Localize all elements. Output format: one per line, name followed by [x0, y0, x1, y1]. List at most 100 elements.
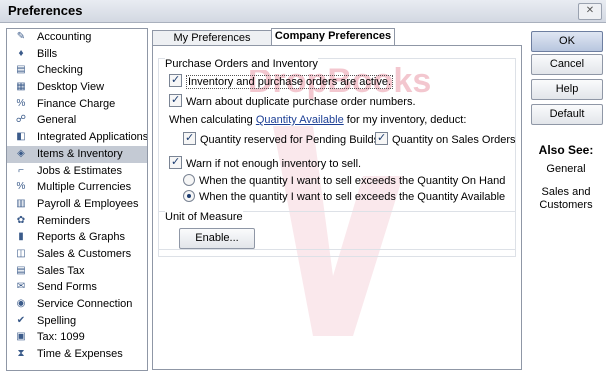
help-button[interactable]: Help [531, 79, 603, 100]
sidebar-item-bills[interactable]: ♦ Bills [7, 46, 147, 63]
sales-orders-label: Quantity on Sales Orders [392, 134, 516, 146]
company-preferences-panel: DropBooks Purchase Orders and Inventory … [152, 45, 522, 370]
sidebar-item-label: Sales Tax [37, 264, 85, 277]
also-see-sales-customers-link[interactable]: Sales and Customers [533, 186, 599, 212]
inventory-active-checkbox[interactable] [169, 73, 182, 87]
calc-qty-available-row: When calculating Quantity Available for … [169, 114, 466, 126]
dup-po-warning-checkbox[interactable] [169, 93, 182, 107]
radio-on-hand-option[interactable]: When the quantity I want to sell exceeds… [183, 174, 505, 187]
warn-insufficient-label: Warn if not enough inventory to sell. [186, 158, 362, 170]
sidebar-item-label: Accounting [37, 31, 92, 43]
sales-tax-icon: ▤ [16, 264, 26, 276]
also-see-general-link[interactable]: General [531, 163, 601, 175]
sidebar-item-accounting[interactable]: ✎ Accounting [7, 29, 147, 46]
payroll-employees-icon: ▥ [16, 197, 26, 209]
enable-button[interactable]: Enable... [179, 228, 255, 249]
radio-available-label: When the quantity I want to sell exceeds… [199, 191, 506, 203]
radio-available[interactable] [183, 190, 195, 202]
items-inventory-icon: ◈ [17, 147, 25, 159]
accounting-icon: ✎ [16, 31, 26, 42]
inventory-active-option[interactable]: Inventory and purchase orders are active… [169, 73, 394, 89]
sidebar-item-multiple-currencies[interactable]: % Multiple Currencies [7, 179, 147, 196]
sidebar-item-finance-charge[interactable]: % Finance Charge [7, 96, 147, 113]
sidebar-item-label: Sales & Customers [37, 247, 132, 260]
sidebar-item-label: Checking [37, 64, 83, 77]
window-title: Preferences [8, 3, 83, 18]
title-bar: Preferences ✕ [0, 0, 606, 23]
unit-of-measure-title: Unit of Measure [165, 211, 243, 223]
sidebar-item-label: Send Forms [37, 281, 97, 294]
pending-builds-option[interactable]: Quantity reserved for Pending Builds [183, 131, 380, 146]
sidebar-item-sales-customers[interactable]: ◫ Sales & Customers [7, 246, 147, 263]
sidebar-item-label: Spelling [37, 314, 77, 327]
integrated-applications-icon: ◧ [16, 131, 26, 143]
sidebar-item-general[interactable]: ☍ General [7, 112, 147, 129]
warn-insufficient-checkbox[interactable] [169, 155, 182, 169]
default-button[interactable]: Default [531, 104, 603, 125]
sidebar-item-service-connection[interactable]: ◉ Service Connection [7, 296, 147, 313]
jobs-estimates-icon: ⌐ [18, 164, 24, 176]
sidebar-item-payroll-employees[interactable]: ▥ Payroll & Employees [7, 196, 147, 213]
calc-suffix: for my inventory, deduct: [346, 114, 467, 126]
radio-on-hand-label: When the quantity I want to sell exceeds… [199, 175, 506, 187]
sidebar-item-integrated-applications[interactable]: ◧ Integrated Applications [7, 129, 147, 146]
reports-graphs-icon: ▮ [18, 231, 24, 243]
sidebar-item-label: Bills [37, 47, 58, 60]
tax-1099-icon: ▣ [16, 331, 26, 343]
desktop-view-icon: ▦ [16, 81, 26, 93]
sidebar-item-label: Tax: 1099 [37, 331, 85, 344]
dup-po-warning-option[interactable]: Warn about duplicate purchase order numb… [169, 93, 416, 108]
sales-orders-checkbox[interactable] [375, 131, 388, 145]
finance-charge-icon: % [16, 97, 26, 109]
sidebar-item-label: Multiple Currencies [37, 181, 132, 194]
pending-builds-checkbox[interactable] [183, 131, 196, 145]
service-connection-icon: ◉ [16, 298, 26, 309]
sidebar-item-label: Time & Expenses [37, 348, 123, 361]
radio-on-hand[interactable] [183, 174, 195, 186]
tab-company-preferences-label: Company Preferences [274, 30, 392, 42]
sidebar-item-reports-graphs[interactable]: ▮ Reports & Graphs [7, 229, 147, 246]
time-expenses-icon: ⧗ [17, 348, 25, 360]
sidebar-item-label: Reminders [37, 214, 91, 227]
reminders-icon: ✿ [16, 214, 26, 226]
sales-customers-icon: ◫ [16, 247, 26, 259]
general-icon: ☍ [15, 114, 27, 126]
sales-orders-option[interactable]: Quantity on Sales Orders [375, 131, 516, 146]
sidebar-item-spelling[interactable]: ✔ Spelling [7, 313, 147, 330]
multiple-currencies-icon: % [16, 181, 26, 193]
close-button[interactable]: ✕ [578, 3, 602, 20]
purchase-orders-group-title: Purchase Orders and Inventory [165, 58, 318, 70]
sidebar-item-checking[interactable]: ▤ Checking [7, 62, 147, 79]
sidebar-item-label: Service Connection [37, 298, 133, 310]
spelling-icon: ✔ [16, 314, 26, 326]
dup-po-warning-label: Warn about duplicate purchase order numb… [186, 96, 416, 108]
checking-icon: ▤ [16, 64, 26, 76]
pending-builds-label: Quantity reserved for Pending Builds [200, 134, 380, 146]
calc-prefix: When calculating [169, 114, 253, 126]
sidebar-item-reminders[interactable]: ✿ Reminders [7, 213, 147, 230]
tab-my-preferences[interactable]: My Preferences [152, 30, 272, 46]
warn-insufficient-option[interactable]: Warn if not enough inventory to sell. [169, 155, 362, 170]
sidebar-item-sales-tax[interactable]: ▤ Sales Tax [7, 263, 147, 280]
sidebar-item-label: Jobs & Estimates [37, 164, 122, 177]
ok-button[interactable]: OK [531, 31, 603, 52]
sidebar-item-label: General [37, 114, 77, 127]
quantity-available-link[interactable]: Quantity Available [256, 114, 344, 126]
also-see-title: Also See: [538, 143, 594, 157]
sidebar-item-label: Reports & Graphs [37, 231, 126, 244]
sidebar-item-desktop-view[interactable]: ▦ Desktop View [7, 79, 147, 96]
radio-available-option[interactable]: When the quantity I want to sell exceeds… [183, 190, 505, 203]
sidebar-item-label: Integrated Applications [37, 131, 148, 144]
inventory-active-label: Inventory and purchase orders are active… [186, 75, 394, 89]
sidebar-item-jobs-estimates[interactable]: ⌐ Jobs & Estimates [7, 163, 147, 180]
sidebar-item-time-expenses[interactable]: ⧗ Time & Expenses [7, 346, 147, 363]
sidebar-item-label: Desktop View [37, 81, 105, 94]
cancel-button[interactable]: Cancel [531, 54, 603, 75]
tab-my-preferences-label: My Preferences [173, 32, 251, 44]
sidebar-item-items-inventory[interactable]: ◈ Items & Inventory [7, 145, 147, 163]
sidebar-item-tax-1099[interactable]: ▣ Tax: 1099 [7, 329, 147, 346]
sidebar-item-send-forms[interactable]: ✉ Send Forms [7, 279, 147, 296]
sidebar-item-label: Items & Inventory [37, 147, 123, 160]
bills-icon: ♦ [18, 47, 24, 59]
send-forms-icon: ✉ [16, 281, 26, 293]
